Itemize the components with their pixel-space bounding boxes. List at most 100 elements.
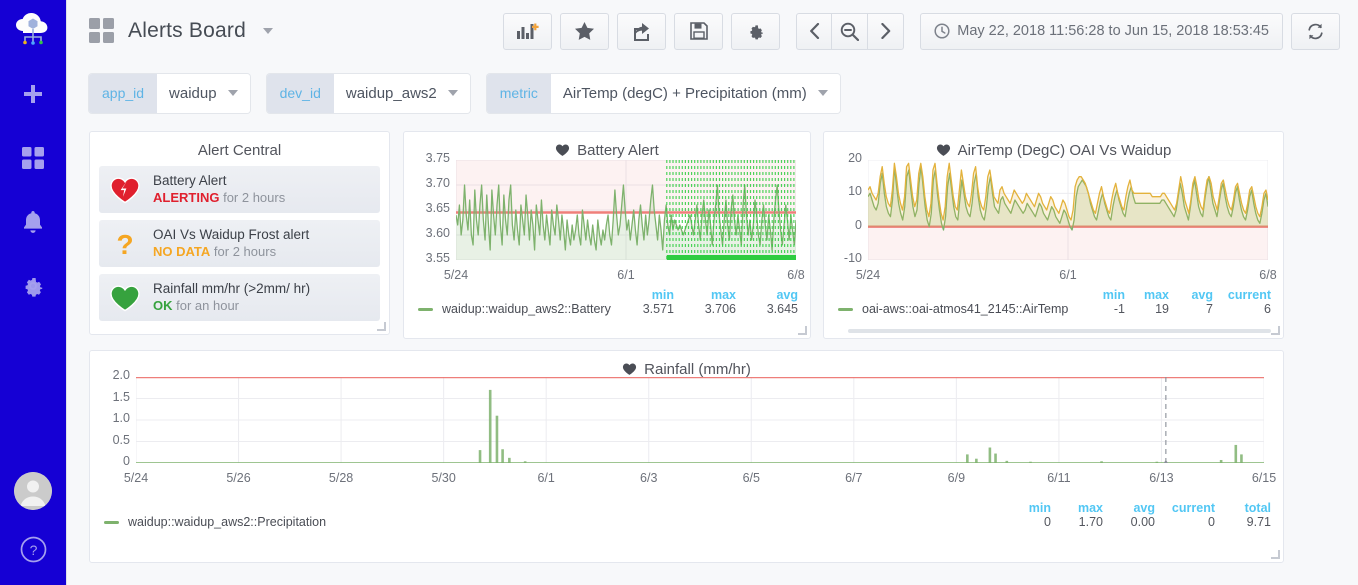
x-axis-tick-label: 6/1	[537, 471, 555, 485]
panel-airtemp[interactable]: AirTemp (DegC) OAI Vs Waidup 20 10 0 -10 5/2…	[823, 131, 1284, 339]
graph-battery[interactable]: 3.75 3.70 3.65 3.60 3.55 5/24 6/1 6/8	[404, 132, 812, 294]
x-axis-tick-label: 6/5	[742, 471, 760, 485]
chevron-down-icon	[447, 90, 458, 96]
save-button[interactable]	[674, 12, 724, 50]
y-axis-tick-label: 3.75	[425, 151, 450, 165]
legend-header-avg[interactable]: avg	[736, 288, 798, 302]
svg-text:?: ?	[29, 542, 37, 558]
variable-app-id-value[interactable]: waidup	[157, 73, 250, 113]
panel-title-alert-central: Alert Central	[197, 141, 282, 159]
sidebar-item-create[interactable]	[0, 62, 67, 126]
x-axis-tick-label: 6/1	[1059, 268, 1077, 282]
variable-dev-id[interactable]: dev_id waidup_aws2	[266, 73, 470, 113]
y-axis-tick-label: 2.0	[112, 368, 130, 382]
question-mark-icon: ?	[116, 230, 133, 258]
sidebar-item-help[interactable]: ?	[0, 536, 67, 563]
x-axis-tick-label: 5/24	[855, 268, 881, 282]
time-forward-button[interactable]	[868, 12, 905, 50]
time-picker-group: May 22, 2018 11:56:28 to Jun 15, 2018 18…	[920, 12, 1340, 50]
legend-series-row[interactable]: waidup::waidup_aws2::Battery 3.571 3.706 3.…	[404, 302, 810, 316]
panel-alert-central[interactable]: Alert Central Battery Alert ALERTING for…	[89, 131, 390, 335]
y-axis-tick-label: -10	[843, 251, 862, 265]
legend-series-name[interactable]: waidup::waidup_aws2::Precipitation	[128, 515, 326, 529]
y-axis-tick-label: 1.5	[112, 389, 130, 404]
chevron-down-icon[interactable]	[262, 28, 273, 34]
legend-header-min[interactable]: min	[612, 288, 674, 302]
variable-dev-id-label: dev_id	[266, 73, 334, 113]
legend-header-current[interactable]: current	[1213, 288, 1271, 302]
user-avatar[interactable]	[14, 472, 52, 510]
x-axis-tick-label: 5/26	[226, 471, 251, 485]
alert-item-name: OAI Vs Waidup Frost alert	[153, 226, 310, 242]
legend-header-avg[interactable]: avg	[1103, 501, 1155, 515]
legend-header-total[interactable]: total	[1215, 501, 1271, 515]
app-logo[interactable]	[0, 0, 67, 62]
legend-color-swatch[interactable]	[838, 307, 853, 311]
legend-header-max[interactable]: max	[674, 288, 736, 302]
legend-series-name[interactable]: waidup::waidup_aws2::Battery	[442, 302, 611, 316]
graph-rainfall[interactable]: 2.0 1.5 1.0 0.5 0 5/24 5/26 5/28 5/30 6/1 6/3 6/5 6/…	[90, 351, 1285, 497]
legend-series-name[interactable]: oai-aws::oai-atmos41_2145::AirTemp	[862, 302, 1068, 316]
legend-header-max[interactable]: max	[1125, 288, 1169, 302]
panel-resize-handle[interactable]	[798, 326, 807, 335]
variable-metric[interactable]: metric AirTemp (degC) + Precipitation (m…	[486, 73, 840, 113]
legend-color-swatch[interactable]	[104, 520, 119, 524]
sidebar-item-dashboards[interactable]	[0, 126, 67, 190]
legend-airtemp: min max avg current oai-aws::oai-atmos41_214…	[824, 288, 1283, 316]
variable-metric-label: metric	[486, 73, 551, 113]
refresh-icon	[1308, 23, 1323, 39]
legend-header-row: min max avg	[404, 288, 810, 302]
alert-item-duration: for 2 hours	[223, 189, 286, 205]
legend-horizontal-scrollbar[interactable]	[848, 329, 1271, 333]
legend-value-avg: 7	[1206, 302, 1213, 316]
alert-item-state-label: ALERTING	[153, 189, 220, 205]
alert-list-item[interactable]: ? OAI Vs Waidup Frost alert NO DATA for …	[99, 220, 380, 267]
variable-metric-value[interactable]: AirTemp (degC) + Precipitation (mm)	[550, 73, 840, 113]
legend-header-min[interactable]: min	[999, 501, 1051, 515]
alert-list-item[interactable]: Rainfall mm/hr (>2mm/ hr) OK for an hour	[99, 274, 380, 321]
variable-dev-id-value[interactable]: waidup_aws2	[333, 73, 470, 113]
sidebar-item-alerting[interactable]	[0, 190, 67, 254]
y-axis-tick-label: 1.0	[112, 411, 130, 425]
create-plus-icon	[24, 85, 42, 103]
sidebar-item-configuration[interactable]	[0, 254, 67, 318]
panel-battery-alert[interactable]: Battery Alert 3.75 3.70 3.65 3.60 3.55 5/24 6/…	[403, 131, 811, 339]
y-axis-tick-label: 3.65	[425, 201, 450, 215]
panel-resize-handle[interactable]	[377, 322, 386, 331]
add-panel-button[interactable]	[503, 12, 553, 50]
legend-series-row[interactable]: oai-aws::oai-atmos41_2145::AirTemp -1 19 7 6	[824, 302, 1283, 316]
plot-area-battery[interactable]	[456, 160, 796, 260]
legend-series-row[interactable]: waidup::waidup_aws2::Precipitation 0 1.70 0…	[90, 515, 1283, 529]
panel-resize-handle[interactable]	[1271, 326, 1280, 335]
legend-value-max: 1.70	[1078, 515, 1103, 529]
alert-item-state: OK for an hour	[153, 298, 310, 314]
share-button[interactable]	[617, 12, 667, 50]
dashboards-icon	[22, 147, 44, 169]
panel-resize-handle[interactable]	[1271, 550, 1280, 559]
alert-item-state-label: OK	[153, 297, 173, 313]
plot-area-airtemp[interactable]	[868, 160, 1268, 260]
legend-header-min[interactable]: min	[1081, 288, 1125, 302]
alert-list-item[interactable]: Battery Alert ALERTING for 2 hours	[99, 166, 380, 213]
zoom-out-button[interactable]	[832, 12, 869, 50]
legend-value-min: 0	[1044, 515, 1051, 529]
legend-value-current: 0	[1208, 515, 1215, 529]
variable-app-id[interactable]: app_id waidup	[89, 73, 250, 113]
plot-area-rainfall[interactable]	[136, 377, 1264, 463]
legend-value-min: 3.571	[642, 302, 674, 316]
time-back-button[interactable]	[796, 12, 833, 50]
legend-color-swatch[interactable]	[418, 307, 433, 311]
time-range-picker[interactable]: May 22, 2018 11:56:28 to Jun 15, 2018 18…	[920, 12, 1283, 50]
dashboard-title-group[interactable]: Alerts Board	[89, 18, 273, 44]
legend-header-current[interactable]: current	[1155, 501, 1215, 515]
settings-button[interactable]	[731, 12, 781, 50]
legend-value-avg: 0.00	[1130, 515, 1155, 529]
time-nav-group	[796, 12, 905, 50]
legend-header-avg[interactable]: avg	[1169, 288, 1213, 302]
refresh-button[interactable]	[1291, 12, 1340, 50]
legend-header-max[interactable]: max	[1051, 501, 1103, 515]
graph-airtemp[interactable]: 20 10 0 -10 5/24 6/1 6/8	[824, 132, 1285, 294]
y-axis-tick-label: 3.60	[425, 226, 450, 240]
star-button[interactable]	[560, 12, 610, 50]
panel-rainfall[interactable]: Rainfall (mm/hr) 2.0 1.5 1.0 0.5 0 5/24 5/26 5/…	[89, 350, 1284, 563]
